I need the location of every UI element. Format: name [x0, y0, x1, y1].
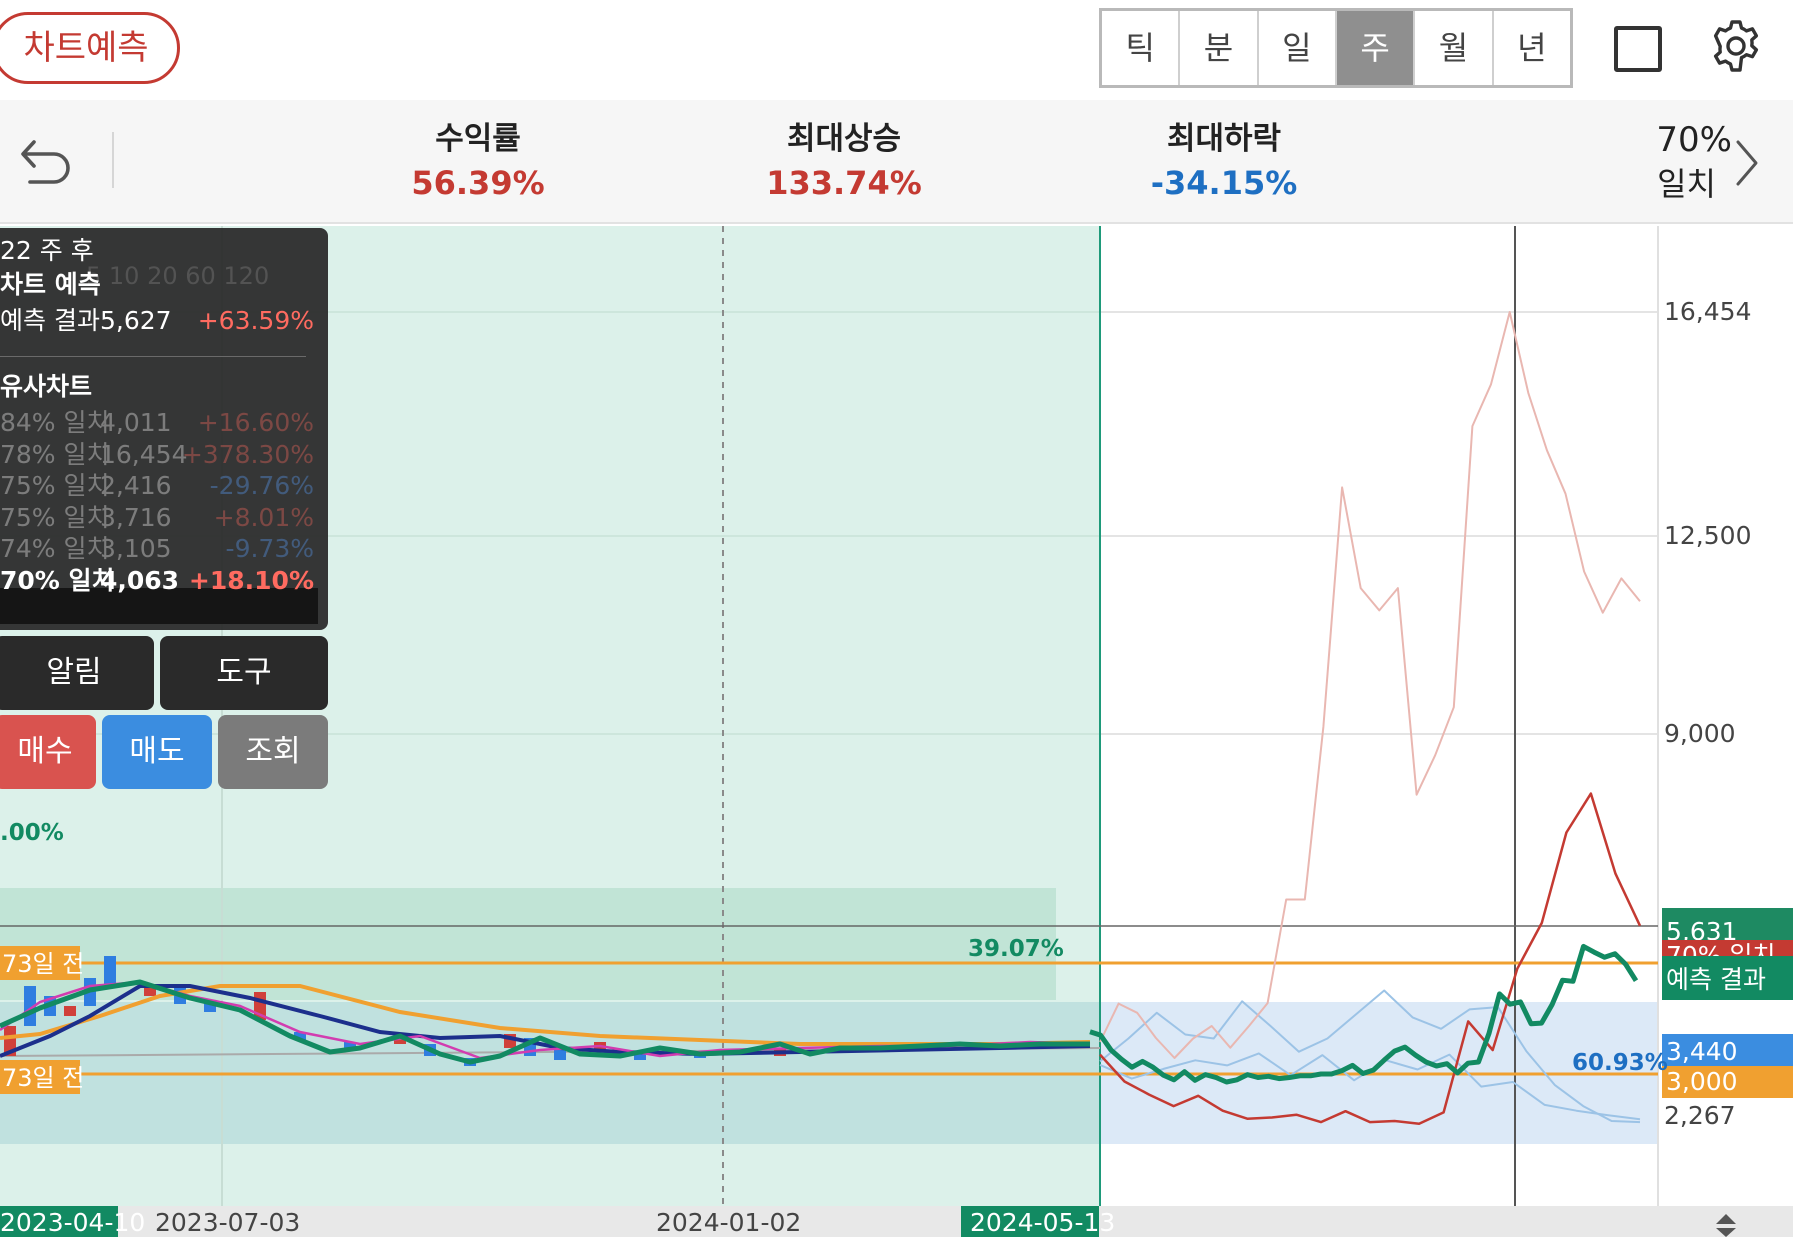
return-stat: 수익률 56.39%	[378, 118, 578, 206]
period-day-button[interactable]: 일	[1259, 11, 1337, 85]
similar-row-name: 75% 일치	[0, 471, 110, 501]
similar-row-change: -9.73%	[225, 534, 314, 564]
chart-predict-button[interactable]: 차트예측	[0, 12, 180, 84]
similar-row-name: 78% 일치	[0, 439, 110, 469]
forecast-line-1	[1099, 311, 1641, 1059]
prev-high-tag-text: 73일 전	[2, 950, 84, 978]
similar-chart-row[interactable]: 75% 일치 3,716 +8.01%	[0, 501, 314, 535]
period-month-button[interactable]: 월	[1415, 11, 1494, 85]
similar-row-change: +16.60%	[197, 408, 314, 437]
return-value: 56.39%	[411, 164, 545, 202]
similar-row-change: +8.01%	[213, 502, 314, 532]
similar-chart-row[interactable]: 74% 일치 3,105 -9.73%	[0, 532, 314, 566]
pct-right-label: 60.93%	[1572, 1050, 1668, 1076]
fullscreen-square-icon[interactable]	[1614, 26, 1662, 72]
stats-bar: 수익률 56.39% 최대상승 133.74% 최대하락 -34.15% 70%…	[0, 100, 1793, 224]
similar-row-name: 70% 일치	[0, 566, 115, 595]
candlestick	[104, 956, 116, 986]
y-tick-12500: 12,500	[1664, 521, 1751, 550]
price-tag-result-text: 예측 결과	[1666, 965, 1766, 994]
upper-range-band	[0, 888, 1056, 1000]
price-tag-blue-text: 3,440	[1666, 1037, 1738, 1066]
period-year-button[interactable]: 년	[1494, 11, 1570, 85]
period-selector: 틱 분 일 주 월 년	[1099, 8, 1573, 88]
similar-chart-row[interactable]: 70% 일치 4,063 +18.10%	[0, 564, 314, 598]
similar-row-price: 4,063	[100, 566, 180, 595]
similar-row-name: 74% 일치	[0, 534, 110, 564]
similar-row-price: 3,105	[100, 534, 172, 564]
x-tick-forecast: 2024-05-13	[970, 1208, 1115, 1237]
similar-row-change: +18.10%	[188, 566, 314, 595]
legend-ghost-text: 5 10 20 60 120	[86, 262, 270, 290]
max-up-label: 최대상승	[786, 121, 902, 157]
prev-low-tag-text: 73일 전	[2, 1064, 84, 1092]
tooltip-result-row: 예측 결과 5,627 +63.59%	[0, 304, 314, 338]
alert-button[interactable]: 알림	[0, 636, 154, 710]
tools-button[interactable]: 도구	[160, 636, 328, 710]
similar-row-change: -29.76%	[209, 471, 314, 501]
tooltip-title: 차트 예측	[0, 270, 101, 299]
y-tick-16454: 16,454	[1664, 297, 1751, 326]
top-bar: 차트예측 틱 분 일 주 월 년	[0, 0, 1793, 100]
view-button[interactable]: 조회	[218, 715, 328, 789]
candlestick	[64, 1006, 76, 1016]
match-percent: 70%	[1656, 120, 1732, 160]
similar-chart-row[interactable]: 84% 일치 4,011 +16.60%	[0, 406, 314, 440]
tooltip-result-price: 5,627	[100, 306, 172, 335]
x-tick-2: 2023-07-03	[155, 1208, 300, 1237]
period-week-button[interactable]: 주	[1336, 11, 1416, 85]
tooltip-result-change: +63.59%	[197, 306, 314, 335]
sell-button[interactable]: 매도	[102, 715, 212, 789]
tooltip-result-label: 예측 결과	[0, 306, 100, 335]
similar-row-price: 4,011	[100, 408, 172, 437]
pct-mid-label: 39.07%	[968, 936, 1064, 962]
y-tick-2267: 2,267	[1664, 1101, 1736, 1130]
return-label: 수익률	[435, 121, 521, 157]
x-tick-start: 2023-04-10	[0, 1208, 145, 1237]
similar-row-name: 84% 일치	[0, 408, 110, 437]
chevron-right-icon[interactable]	[1732, 138, 1762, 188]
max-down-value: -34.15%	[1150, 164, 1298, 202]
similar-row-price: 3,716	[100, 502, 172, 532]
tooltip-separator	[0, 356, 306, 357]
stats-divider	[112, 132, 114, 188]
match-label: 일치	[1657, 165, 1716, 203]
similar-row-name: 75% 일치	[0, 502, 110, 532]
tooltip-similar-title: 유사차트	[0, 372, 93, 401]
max-up-stat: 최대상승 133.74%	[744, 118, 944, 206]
x-tick-3: 2024-01-02	[656, 1208, 801, 1237]
similar-chart-row[interactable]: 75% 일치 2,416 -29.76%	[0, 469, 314, 503]
similar-row-price: 2,416	[100, 471, 172, 501]
buy-button[interactable]: 매수	[0, 715, 96, 789]
price-tag-bg	[1662, 796, 1793, 836]
similar-row-price: 16,454	[100, 439, 188, 469]
max-up-value: 133.74%	[766, 164, 922, 202]
gear-icon[interactable]	[1708, 18, 1764, 74]
similar-row-change: +378.30%	[181, 439, 314, 469]
period-tick-button[interactable]: 틱	[1102, 11, 1181, 85]
tooltip-period: 22 주 후	[0, 236, 94, 265]
price-tag-orange-text: 3,000	[1666, 1067, 1738, 1096]
prediction-tooltip: 5 10 20 60 120 22 주 후 차트 예측 예측 결과 5,627 …	[0, 228, 328, 630]
pct-left-low-label: .00%	[0, 820, 64, 846]
y-tick-9000: 9,000	[1664, 719, 1736, 748]
max-down-stat: 최대하락 -34.15%	[1124, 118, 1324, 206]
period-minute-button[interactable]: 분	[1180, 11, 1259, 85]
undo-icon[interactable]	[18, 134, 74, 188]
max-down-label: 최대하락	[1166, 121, 1282, 157]
similar-chart-row[interactable]: 78% 일치 16,454 +378.30%	[0, 438, 314, 472]
